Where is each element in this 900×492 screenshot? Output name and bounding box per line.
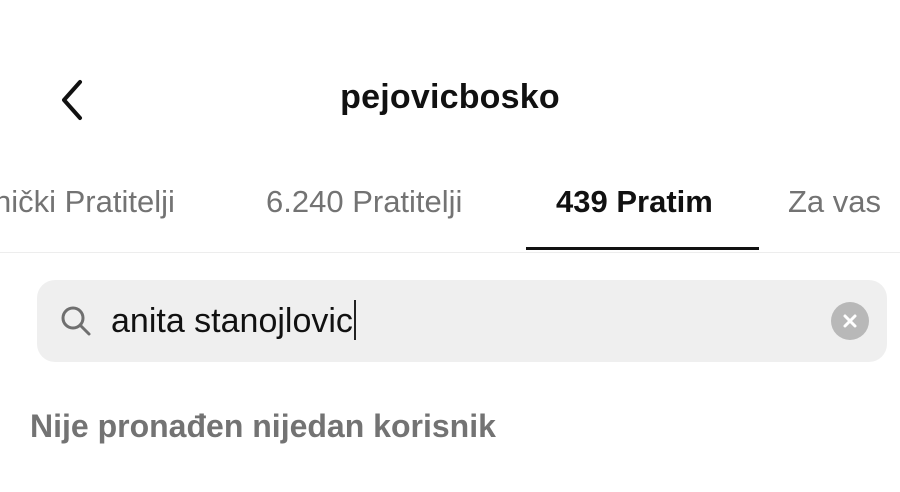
divider — [0, 252, 900, 253]
tab-for-you[interactable]: Za vas — [788, 184, 881, 220]
no-results-message: Nije pronađen nijedan korisnik — [30, 408, 496, 444]
search-input[interactable]: anita stanojlovic — [111, 296, 811, 346]
search-bar[interactable]: anita stanojlovic — [37, 280, 887, 362]
search-input-value: anita stanojlovic — [111, 302, 353, 340]
tab-bar: nički Pratitelji 6.240 Pratitelji 439 Pr… — [0, 172, 900, 252]
following-screen: pejovicbosko nički Pratitelji 6.240 Prat… — [0, 0, 900, 492]
tab-following[interactable]: 439 Pratim — [556, 184, 713, 220]
tab-followers[interactable]: 6.240 Pratitelji — [266, 184, 462, 220]
active-tab-indicator — [526, 247, 759, 250]
header: pejovicbosko — [0, 60, 900, 144]
tab-mutual-followers[interactable]: nički Pratitelji — [0, 184, 175, 220]
clear-search-button[interactable] — [831, 302, 869, 340]
clear-icon — [843, 314, 857, 328]
text-cursor — [353, 300, 356, 341]
page-title: pejovicbosko — [340, 78, 560, 116]
search-icon — [61, 306, 91, 336]
